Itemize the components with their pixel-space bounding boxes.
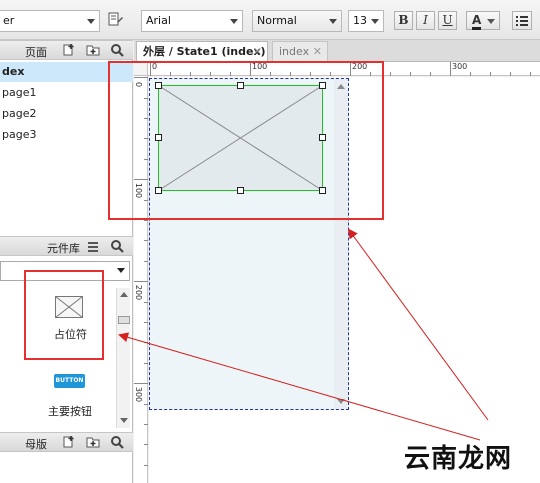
page-item-label: page3 bbox=[2, 128, 37, 141]
close-icon[interactable]: ✕ bbox=[313, 42, 322, 62]
page-item-label: dex bbox=[2, 65, 25, 78]
add-page-icon[interactable] bbox=[62, 43, 76, 57]
scroll-up-icon[interactable] bbox=[120, 292, 128, 297]
tab-state1-index[interactable]: 外层 / State1 (index) ✕ bbox=[136, 41, 268, 62]
ruler-label: 300 bbox=[134, 386, 144, 403]
widget-primary-button[interactable]: BUTTON 主要按钮 bbox=[30, 370, 110, 420]
chevron-down-icon bbox=[371, 19, 379, 24]
list-icon bbox=[516, 16, 528, 26]
tab-label: 外层 / State1 (index) bbox=[143, 45, 266, 58]
pages-panel-header: 页面 bbox=[0, 40, 133, 60]
tab-index[interactable]: index ✕ bbox=[272, 41, 328, 62]
add-master-icon[interactable] bbox=[62, 435, 76, 449]
masters-panel-header: 母版 bbox=[0, 432, 133, 452]
style-dropdown-value: er bbox=[3, 14, 15, 27]
font-family-value: Arial bbox=[146, 14, 171, 27]
chevron-down-icon bbox=[230, 19, 238, 24]
widget-label: 主要按钮 bbox=[48, 405, 92, 418]
tab-label: index bbox=[279, 45, 310, 58]
scroll-thumb[interactable] bbox=[118, 316, 130, 324]
list-button[interactable] bbox=[512, 11, 532, 30]
search-icon[interactable] bbox=[110, 43, 124, 57]
add-folder-icon[interactable] bbox=[86, 43, 100, 57]
scroll-down-icon[interactable] bbox=[120, 418, 128, 423]
widgets-panel-title: 元件库 bbox=[47, 242, 80, 255]
font-size-dropdown[interactable]: 13 bbox=[348, 10, 384, 32]
scroll-down-icon[interactable] bbox=[337, 399, 345, 404]
page-item-label: page1 bbox=[2, 86, 37, 99]
font-weight-value: Normal bbox=[257, 14, 297, 27]
editor-tabs: 外层 / State1 (index) ✕ index ✕ bbox=[134, 40, 540, 62]
font-weight-dropdown[interactable]: Normal bbox=[252, 10, 342, 32]
chevron-down-icon bbox=[117, 268, 125, 273]
widgets-panel-header: 元件库 bbox=[0, 236, 133, 256]
font-family-dropdown[interactable]: Arial bbox=[141, 10, 243, 32]
search-icon[interactable] bbox=[110, 239, 124, 253]
chevron-down-icon bbox=[329, 19, 337, 24]
toolbar: er Arial Normal 13 B I U A bbox=[0, 0, 540, 40]
font-size-value: 13 bbox=[353, 14, 367, 27]
pages-panel-title: 页面 bbox=[25, 46, 47, 59]
close-icon[interactable]: ✕ bbox=[253, 42, 262, 62]
highlight-box-widget bbox=[24, 270, 104, 360]
style-dropdown[interactable]: er bbox=[0, 10, 100, 32]
ruler-label: 200 bbox=[134, 284, 144, 301]
masters-panel-title: 母版 bbox=[25, 438, 47, 451]
button-icon: BUTTON bbox=[54, 374, 85, 388]
highlight-box-canvas bbox=[108, 61, 384, 220]
ruler-label: 300 bbox=[452, 62, 468, 71]
font-color-button[interactable]: A bbox=[466, 11, 500, 30]
menu-icon[interactable] bbox=[86, 239, 100, 253]
italic-button[interactable]: I bbox=[416, 11, 435, 30]
watermark: 云南龙网 bbox=[404, 444, 513, 474]
chevron-down-icon bbox=[487, 19, 495, 24]
format-painter-icon[interactable] bbox=[107, 12, 123, 28]
chevron-down-icon bbox=[87, 19, 95, 24]
underline-button[interactable]: U bbox=[438, 11, 457, 30]
add-folder-icon[interactable] bbox=[86, 435, 100, 449]
font-color-label: A bbox=[472, 13, 482, 30]
widget-scrollbar[interactable] bbox=[116, 288, 130, 428]
page-item-label: page2 bbox=[2, 107, 37, 120]
search-icon[interactable] bbox=[110, 435, 124, 449]
bold-button[interactable]: B bbox=[394, 11, 413, 30]
